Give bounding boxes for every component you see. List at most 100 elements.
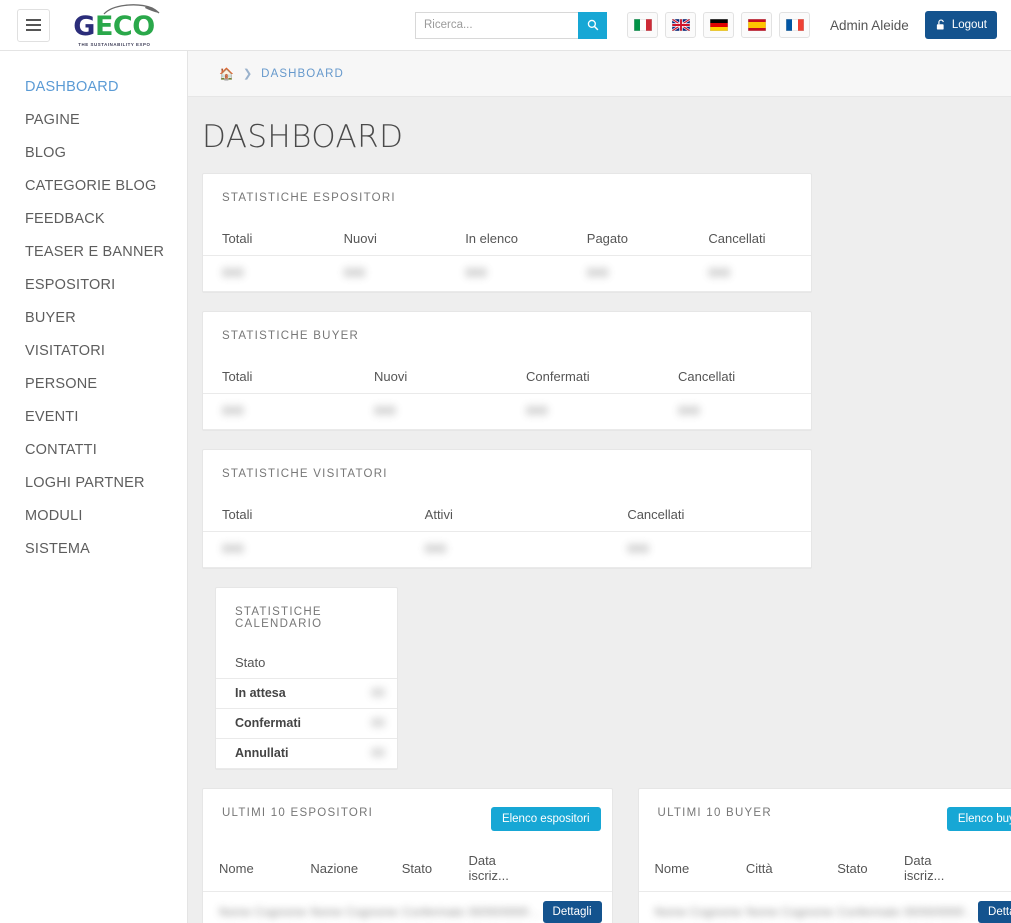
stat-value-totali: 000: [203, 255, 325, 292]
table-body: Nome Cognome Nome Cognome Confermato 00/00/…: [203, 891, 612, 923]
redacted-value: 000: [526, 403, 548, 418]
cell-nome: Nome Cognome: [638, 891, 746, 923]
table-row: Nome Cognome Nome Cognome Confermato 00/00/…: [203, 891, 612, 923]
panel-title: STATISTICHE ESPOSITORI: [222, 192, 396, 204]
redacted-value: 000: [343, 265, 366, 280]
redacted-value: 00: [371, 686, 385, 700]
column-header-città: Città: [745, 847, 838, 892]
redacted-value: 000: [586, 265, 609, 280]
sidebar-item-espositori[interactable]: ESPOSITORI: [0, 268, 187, 301]
panel-statistiche-visitatori: STATISTICHE VISITATORI Totali Attivi Cance…: [202, 449, 812, 569]
sidebar-item-buyer[interactable]: BUYER: [0, 301, 187, 334]
dettagli-button[interactable]: Dettagli: [542, 901, 602, 923]
buyer-stats-table: Totali Nuovi Confermati Cancellati 000 000 00…: [203, 361, 811, 430]
redacted-value: 000: [465, 265, 487, 280]
redacted-value: 000: [374, 403, 396, 418]
language-button-english[interactable]: [665, 12, 696, 38]
cell-data: 00/00/0000 ..: [468, 891, 543, 923]
redacted-value: Nome Cognome: [310, 904, 398, 919]
language-button-french[interactable]: [779, 12, 810, 38]
redacted-value: 000: [708, 265, 731, 280]
search-button[interactable]: [578, 11, 607, 39]
cell-nome: Nome Cognome: [203, 891, 311, 923]
column-header-nuovi: Nuovi: [324, 223, 447, 256]
stat-value-totali: 000: [203, 393, 355, 430]
breadcrumb: 🏠 ❯ DASHBOARD: [188, 51, 1011, 97]
sidebar-item-moduli[interactable]: MODULI: [0, 499, 187, 532]
table-row: In attesa 00: [216, 678, 397, 709]
logo-wordmark: GECO: [73, 10, 155, 42]
flag-spain-icon: [747, 19, 766, 31]
ultimi-espositori-table: Nome Nazione Stato Data iscriz... Nome Cogn…: [203, 847, 612, 923]
sidebar: DASHBOARD PAGINE BLOG CATEGORIE BLOG FEEDBAC…: [0, 51, 188, 923]
language-button-spanish[interactable]: [741, 12, 772, 38]
top-bar-right: Admin Aleide Logout: [415, 11, 1011, 39]
menu-toggle-button[interactable]: [17, 8, 50, 42]
flag-uk-icon: [671, 19, 690, 31]
calendario-stato: In attesa: [216, 678, 340, 709]
stat-value-cancellati: 000: [659, 393, 811, 430]
home-icon[interactable]: 🏠: [219, 67, 234, 81]
column-header-data-iscriz-: Data iscriz...: [903, 847, 979, 892]
stat-value-cancellati: 000: [689, 255, 811, 292]
search-input[interactable]: [415, 11, 578, 39]
dashboard-content: STATISTICHE ESPOSITORI Totali Nuovi In ele…: [188, 155, 1011, 923]
table-header-row: Nome Nazione Stato Data iscriz...: [203, 847, 612, 892]
calendario-count: 00: [339, 738, 397, 769]
column-header-in-elenco: In elenco: [446, 223, 568, 256]
sidebar-item-eventi[interactable]: EVENTI: [0, 400, 187, 433]
stat-value-cancellati: 000: [608, 531, 811, 568]
sidebar-item-visitatori[interactable]: VISITATORI: [0, 334, 187, 367]
logout-button[interactable]: Logout: [924, 11, 997, 39]
column-header-actions: [978, 847, 1011, 892]
statistics-column: STATISTICHE ESPOSITORI Totali Nuovi In ele…: [202, 173, 812, 587]
ultimi-buyer-table: Nome Città Stato Data iscriz... Nome Cognom…: [638, 847, 1011, 923]
geco-logo[interactable]: GECO THE SUSTAINABILITY EXPO: [68, 3, 160, 47]
elenco-espositori-button[interactable]: Elenco espositori: [490, 807, 601, 831]
redacted-value: 000: [222, 541, 244, 556]
redacted-value: Confermato: [837, 904, 900, 919]
sidebar-item-sistema[interactable]: SISTEMA: [0, 532, 187, 565]
redacted-value: 000: [678, 403, 700, 418]
panel-title: STATISTICHE BUYER: [222, 330, 360, 342]
top-bar: GECO THE SUSTAINABILITY EXPO Ricerca... …: [0, 0, 1011, 51]
table-row: 000 000 000 000 000: [203, 255, 811, 292]
sidebar-item-categorie-blog[interactable]: CATEGORIE BLOG: [0, 169, 187, 202]
logo-letter-g: G: [73, 10, 95, 42]
sidebar-item-feedback[interactable]: FEEDBACK: [0, 202, 187, 235]
sidebar-item-pagine[interactable]: PAGINE: [0, 103, 187, 136]
stat-value-totali: 000: [203, 531, 406, 568]
column-header-attivi: Attivi: [405, 499, 609, 532]
table-header-row: Totali Attivi Cancellati: [203, 499, 811, 532]
search-group: [415, 11, 607, 39]
sidebar-item-persone[interactable]: PERSONE: [0, 367, 187, 400]
language-switcher: [627, 12, 810, 38]
column-header-stato: Stato: [837, 847, 904, 892]
sidebar-item-contatti[interactable]: CONTATTI: [0, 433, 187, 466]
panel-ultimi-espositori: ULTIMI 10 ESPOSITORI Elenco espositori N…: [202, 788, 613, 923]
elenco-buyer-button[interactable]: Elenco buyer: [946, 807, 1011, 831]
panel-statistiche-buyer: STATISTICHE BUYER Totali Nuovi Confermati C…: [202, 311, 812, 431]
sidebar-item-loghi-partner[interactable]: LOGHI PARTNER: [0, 466, 187, 499]
swoosh-icon: [103, 4, 160, 15]
column-header-cancellati: Cancellati: [608, 499, 811, 532]
cell-nazione: Nome Cognome: [310, 891, 402, 923]
cell-actions: Dettagli: [542, 892, 612, 923]
redacted-value: Confermato: [401, 904, 465, 919]
breadcrumb-current[interactable]: DASHBOARD: [261, 68, 344, 80]
sidebar-item-blog[interactable]: BLOG: [0, 136, 187, 169]
stat-value-confermati: 000: [507, 393, 659, 430]
redacted-value: 000: [424, 541, 447, 556]
search-icon: [587, 19, 598, 31]
dettagli-button[interactable]: Dettagli: [978, 901, 1011, 923]
column-header-cancellati: Cancellati: [689, 223, 811, 256]
sidebar-item-dashboard[interactable]: DASHBOARD: [0, 70, 187, 103]
sidebar-item-teaser-e-banner[interactable]: TEASER E BANNER: [0, 235, 187, 268]
column-header-count: [339, 649, 397, 679]
calendar-column: STATISTICHE CALENDARIO Stato In attesa 00…: [215, 587, 398, 788]
language-button-italian[interactable]: [627, 12, 658, 38]
language-button-german[interactable]: [703, 12, 734, 38]
column-header-data-iscriz-: Data iscriz...: [468, 847, 543, 892]
main-content: 🏠 ❯ DASHBOARD DASHBOARD STATISTICHE ESPO…: [188, 51, 1011, 923]
breadcrumb-separator: ❯: [242, 68, 253, 80]
